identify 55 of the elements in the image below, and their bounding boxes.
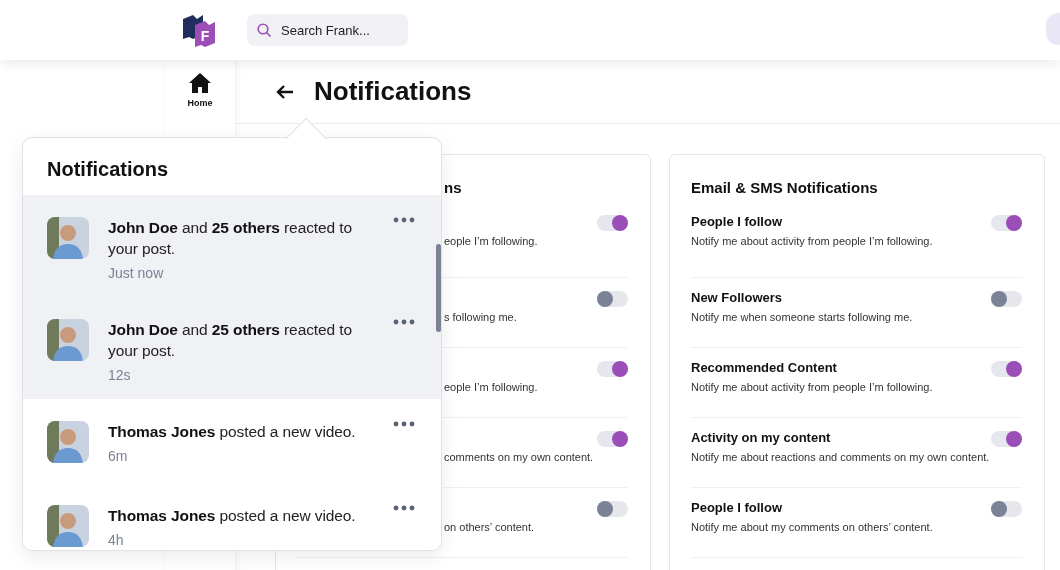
card-title: Email & SMS Notifications [691, 179, 879, 196]
setting-description: eople I’m following. [444, 235, 538, 247]
setting-description: comments on my own content. [444, 451, 594, 463]
toggle-switch[interactable] [991, 215, 1022, 231]
setting-description: eople I’m following. [444, 381, 538, 393]
notification-item[interactable]: John Doe and 25 others reacted to your post. Just now [23, 195, 441, 297]
toggle-switch[interactable] [991, 291, 1022, 307]
setting-description: Notify me about activity from people I’m following. [691, 381, 933, 393]
notification-text: John Doe and 25 others reacted to your post. [108, 218, 353, 259]
setting-description: s following me. [444, 311, 517, 323]
back-button[interactable] [276, 84, 294, 99]
notification-item[interactable]: John Doe and 25 others reacted to your post. 12s [23, 297, 441, 399]
notification-text: John Doe and 25 others reacted to your post. [108, 320, 353, 361]
notification-time: 6m [108, 448, 129, 464]
setting-description: Notify me about reactions and comments on my own content. [691, 451, 990, 463]
notification-time: Just now [108, 265, 165, 281]
toggle-switch[interactable] [991, 431, 1022, 447]
setting-title: Recommended Content [691, 360, 838, 375]
setting-description: Notify me about activity from people I’m following. [691, 235, 933, 247]
toggle-switch[interactable] [597, 361, 628, 377]
setting-title: People I follow [691, 500, 783, 515]
toggle-switch[interactable] [991, 361, 1022, 377]
more-icon[interactable] [393, 319, 415, 325]
notification-item[interactable]: Thomas Jones posted a new video. 4h [23, 483, 441, 550]
avatar [47, 421, 89, 463]
toggle-switch[interactable] [597, 291, 628, 307]
more-icon[interactable] [393, 505, 415, 511]
setting-description: on others’ content. [444, 521, 535, 533]
notification-text: Thomas Jones posted a new video. [108, 422, 357, 442]
setting-description: Notify me about my comments on others’ content. [691, 521, 933, 533]
search-icon [257, 23, 272, 38]
toggle-switch[interactable] [597, 501, 628, 517]
notification-text: Thomas Jones posted a new video. [108, 506, 357, 526]
avatar [47, 319, 89, 361]
toggle-switch[interactable] [597, 431, 628, 447]
popup-title: Notifications [47, 158, 170, 181]
setting-description: Notify me when someone starts following me. [691, 311, 913, 323]
toggle-switch[interactable] [991, 501, 1022, 517]
home-link[interactable]: Home [187, 98, 213, 108]
search-field[interactable]: Search Frank... [247, 14, 408, 46]
toggle-switch[interactable] [597, 215, 628, 231]
notification-time: 12s [108, 367, 132, 383]
scrollbar[interactable] [436, 244, 441, 332]
more-icon[interactable] [393, 421, 415, 427]
more-icon[interactable] [393, 217, 415, 223]
card-title: ns [444, 179, 463, 196]
home-icon[interactable] [189, 72, 211, 94]
setting-title: People I follow [691, 214, 783, 229]
page-title: Notifications [314, 76, 472, 107]
setting-title: Activity on my content [691, 430, 832, 445]
notification-item[interactable]: Thomas Jones posted a new video. 6m [23, 399, 441, 483]
avatar [47, 505, 89, 547]
notification-time: 4h [108, 532, 125, 548]
setting-title: New Followers [691, 290, 784, 305]
avatar [47, 217, 89, 259]
